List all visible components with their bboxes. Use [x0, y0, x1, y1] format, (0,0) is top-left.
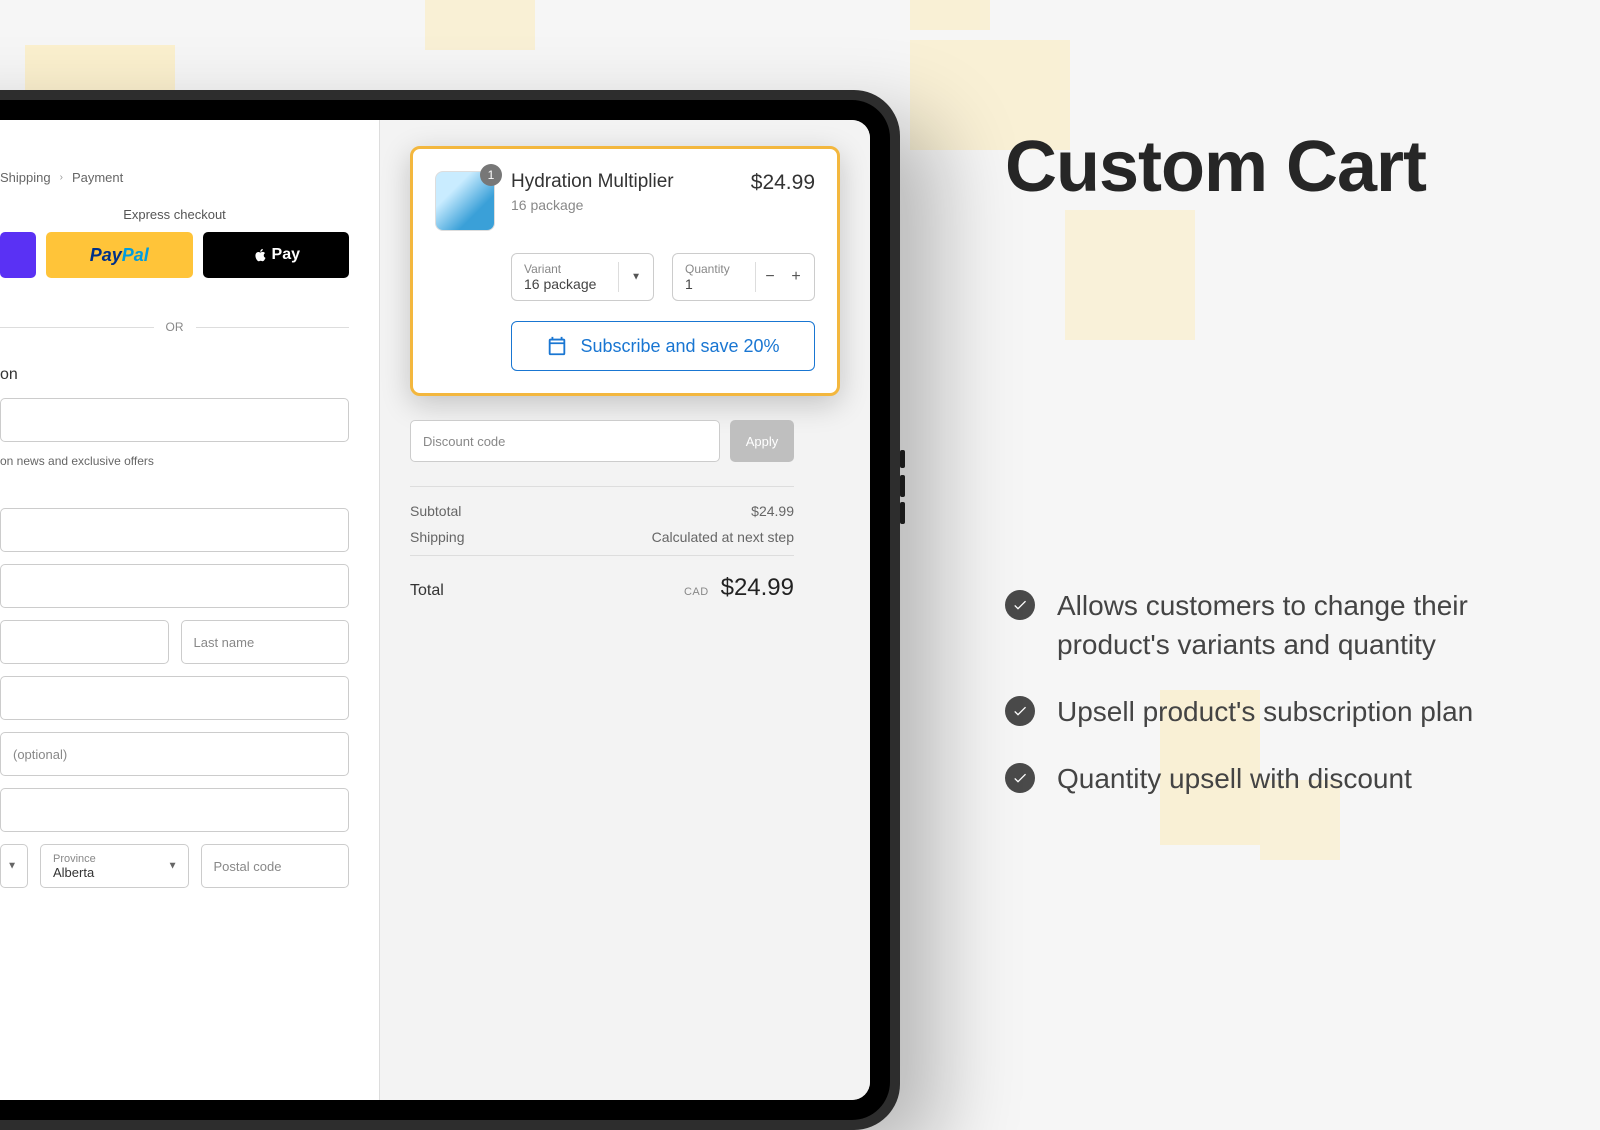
- total-label: Total: [410, 582, 444, 600]
- variant-select[interactable]: Variant 16 package ▼: [511, 253, 654, 301]
- total-value: $24.99: [721, 574, 794, 601]
- section-contact: on: [0, 366, 349, 384]
- decor-square: [910, 0, 990, 30]
- calendar-icon: [546, 335, 568, 357]
- breadcrumb-step[interactable]: Shipping: [0, 170, 51, 185]
- apply-discount-button[interactable]: Apply: [730, 420, 794, 462]
- cart-item-card: 1 Hydration Multiplier 16 package $24.99…: [410, 146, 840, 396]
- feature-item: Quantity upsell with discount: [1005, 759, 1525, 798]
- shop-pay-button[interactable]: [0, 232, 36, 278]
- marketing-copy: Custom Cart Allows customers to change t…: [1005, 130, 1525, 826]
- chevron-down-icon: ▼: [7, 861, 17, 872]
- chevron-down-icon: ▼: [168, 861, 178, 872]
- company-field[interactable]: [0, 676, 349, 720]
- paypal-button[interactable]: PayPal: [46, 232, 193, 278]
- quantity-increase-button[interactable]: +: [786, 267, 806, 287]
- quantity-decrease-button[interactable]: −: [760, 267, 780, 287]
- product-variant-text: 16 package: [511, 197, 735, 213]
- tablet-device: Shipping › Payment Express checkout PayP…: [0, 90, 900, 1130]
- province-select[interactable]: Province Alberta ▼: [40, 844, 189, 888]
- order-totals: Subtotal $24.99 Shipping Calculated at n…: [410, 486, 794, 602]
- first-name-field[interactable]: [0, 620, 169, 664]
- last-name-field[interactable]: Last name: [181, 620, 350, 664]
- address-field[interactable]: [0, 564, 349, 608]
- offers-checkbox-label[interactable]: on news and exclusive offers: [0, 454, 349, 468]
- checkout-form: Shipping › Payment Express checkout PayP…: [0, 120, 380, 1100]
- country-field[interactable]: [0, 508, 349, 552]
- cart-panel: 1 Hydration Multiplier 16 package $24.99…: [380, 120, 870, 1100]
- check-icon: [1005, 590, 1035, 620]
- feature-text: Quantity upsell with discount: [1057, 759, 1412, 798]
- breadcrumb-step[interactable]: Payment: [72, 170, 123, 185]
- decor-square: [425, 0, 535, 50]
- postal-code-field[interactable]: Postal code: [201, 844, 350, 888]
- quantity-badge: 1: [480, 164, 502, 186]
- quantity-stepper: Quantity 1 − +: [672, 253, 815, 301]
- chevron-right-icon: ›: [60, 172, 63, 183]
- shipping-value: Calculated at next step: [652, 529, 794, 545]
- subscribe-save-button[interactable]: Subscribe and save 20%: [511, 321, 815, 371]
- feature-text: Upsell product's subscription plan: [1057, 692, 1473, 731]
- device-side-button: [900, 475, 905, 497]
- product-price: $24.99: [751, 171, 815, 195]
- city-field[interactable]: [0, 788, 349, 832]
- feature-item: Upsell product's subscription plan: [1005, 692, 1525, 731]
- check-icon: [1005, 763, 1035, 793]
- apple-pay-button[interactable]: Pay: [203, 232, 350, 278]
- subtotal-label: Subtotal: [410, 503, 461, 519]
- device-side-button: [900, 502, 905, 524]
- chevron-down-icon: ▼: [631, 272, 641, 283]
- feature-text: Allows customers to change their product…: [1057, 586, 1525, 664]
- page-title: Custom Cart: [1005, 130, 1525, 206]
- feature-item: Allows customers to change their product…: [1005, 586, 1525, 664]
- tablet-screen: Shipping › Payment Express checkout PayP…: [0, 120, 870, 1100]
- discount-code-input[interactable]: Discount code: [410, 420, 720, 462]
- total-currency: CAD: [684, 586, 709, 598]
- breadcrumb: Shipping › Payment: [0, 170, 349, 185]
- product-name: Hydration Multiplier: [511, 171, 735, 193]
- apartment-field[interactable]: (optional): [0, 732, 349, 776]
- email-field[interactable]: [0, 398, 349, 442]
- shipping-label: Shipping: [410, 529, 465, 545]
- product-thumbnail: 1: [435, 171, 495, 231]
- device-side-button: [900, 450, 905, 468]
- express-checkout-label: Express checkout: [0, 207, 349, 222]
- subtotal-value: $24.99: [751, 503, 794, 519]
- country-select[interactable]: ▼: [0, 844, 28, 888]
- check-icon: [1005, 696, 1035, 726]
- or-divider: OR: [0, 320, 349, 334]
